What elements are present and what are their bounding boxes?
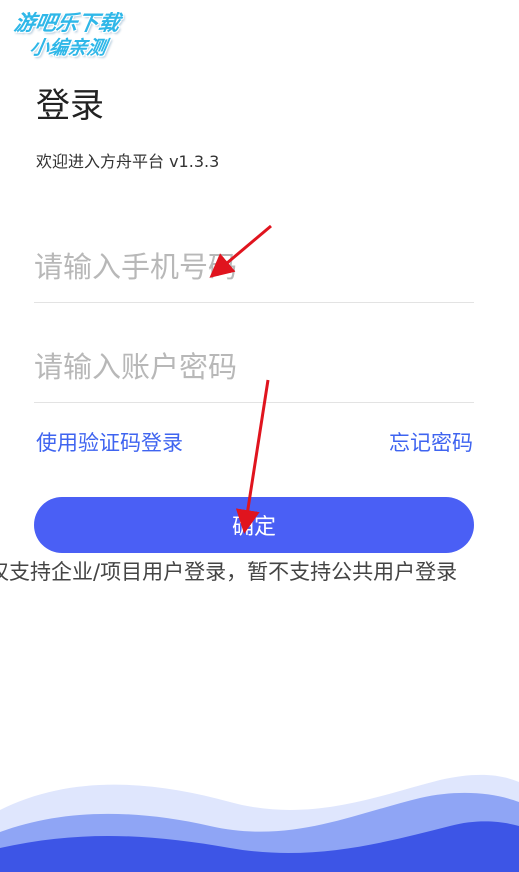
- phone-input[interactable]: [34, 244, 474, 290]
- password-field-container: [34, 304, 474, 403]
- welcome-text: 欢迎进入方舟平台 v1.3.3: [36, 152, 220, 171]
- watermark-logo: 游吧乐下载 小编亲测: [7, 10, 149, 64]
- confirm-button[interactable]: 确定: [34, 497, 474, 553]
- bottom-wave-decoration: [0, 774, 519, 872]
- watermark-line-1: 游吧乐下载: [12, 11, 122, 35]
- watermark-line-2: 小编亲测: [28, 37, 109, 59]
- login-notice: 仅支持企业/项目用户登录，暂不支持公共用户登录: [0, 560, 458, 584]
- phone-field-container: [34, 204, 474, 303]
- password-input[interactable]: [34, 344, 474, 390]
- forgot-password-link[interactable]: 忘记密码: [389, 428, 473, 458]
- page-title: 登录: [36, 86, 104, 126]
- sms-login-link[interactable]: 使用验证码登录: [36, 428, 183, 458]
